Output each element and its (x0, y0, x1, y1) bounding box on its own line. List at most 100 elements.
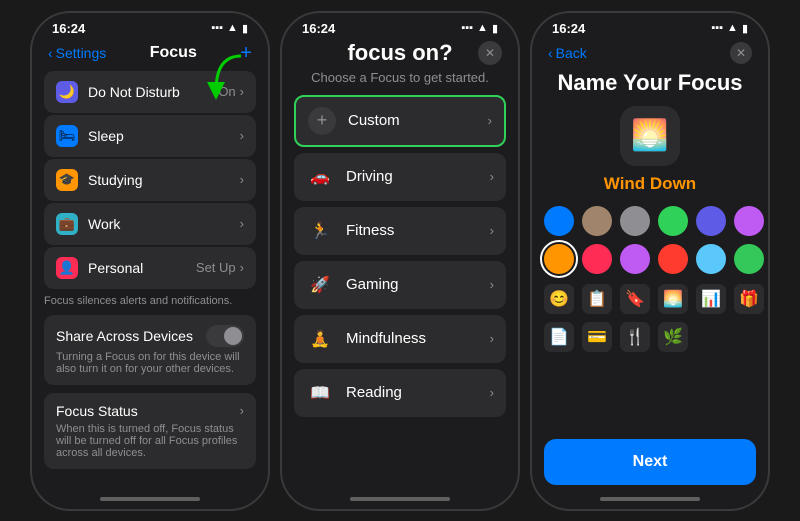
color-lightblue[interactable] (696, 244, 726, 274)
icon-sunrise[interactable]: 🌅 (658, 284, 688, 314)
focus-on-title: focus on? (294, 40, 506, 66)
back-chevron-icon: ‹ (48, 45, 53, 61)
focus-large-icon[interactable]: 🌅 (620, 106, 680, 166)
focus-status-card[interactable]: Focus Status › When this is turned off, … (44, 393, 256, 469)
sleep-item[interactable]: 🛏 Sleep › (44, 115, 256, 157)
personal-right: Set Up › (196, 260, 244, 275)
fitness-icon: 🏃 (306, 217, 334, 245)
sleep-chevron: › (240, 128, 244, 143)
back-label-3: Back (556, 45, 587, 61)
reading-option[interactable]: 📖 Reading › (294, 369, 506, 417)
phone2-content: focus on? Choose a Focus to get started.… (282, 40, 518, 493)
mindfulness-label: Mindfulness (346, 330, 490, 347)
gaming-chevron: › (490, 277, 494, 292)
icon-chart[interactable]: 📊 (696, 284, 726, 314)
work-label: Work (88, 216, 240, 232)
personal-status: Set Up (196, 260, 236, 275)
settings-back-label: Settings (56, 45, 107, 61)
work-item[interactable]: 💼 Work › (44, 203, 256, 245)
status-bar-3: 16:24 ▪▪▪ ▲ ▮ (532, 13, 768, 40)
status-icons-2: ▪▪▪ ▲ ▮ (461, 22, 498, 35)
wifi-icon-3: ▲ (727, 22, 738, 34)
close-icon-3: ✕ (736, 46, 746, 60)
focus-name-display[interactable]: Wind Down (604, 174, 696, 194)
studying-item[interactable]: 🎓 Studying › (44, 159, 256, 201)
color-tan[interactable] (582, 206, 612, 236)
color-green[interactable] (658, 206, 688, 236)
color-violet[interactable] (620, 244, 650, 274)
name-focus-title: Name Your Focus (557, 70, 742, 96)
fitness-chevron: › (490, 223, 494, 238)
home-indicator-3 (600, 497, 700, 501)
focus-page-title: Focus (150, 44, 197, 62)
mindfulness-icon: 🧘 (306, 325, 334, 353)
status-icons-3: ▪▪▪ ▲ ▮ (711, 22, 748, 35)
signal-icon: ▪▪▪ (211, 22, 223, 34)
color-gray[interactable] (620, 206, 650, 236)
studying-chevron: › (240, 172, 244, 187)
personal-item[interactable]: 👤 Personal Set Up › (44, 247, 256, 289)
signal-icon-2: ▪▪▪ (461, 22, 473, 34)
work-chevron: › (240, 216, 244, 231)
mindfulness-chevron: › (490, 331, 494, 346)
gaming-label: Gaming (346, 276, 490, 293)
icon-picker-grid: 😊 📋 🔖 🌅 📊 🎁 📄 💳 🍴 🌿 (544, 284, 756, 352)
color-orange[interactable] (544, 244, 574, 274)
icon-leaf[interactable]: 🌿 (658, 322, 688, 352)
color-red[interactable] (658, 244, 688, 274)
status-icons-1: ▪▪▪ ▲ ▮ (211, 22, 248, 35)
icon-fork[interactable]: 🍴 (620, 322, 650, 352)
wifi-icon-2: ▲ (477, 22, 488, 34)
wifi-icon: ▲ (227, 22, 238, 34)
color-mint[interactable] (734, 244, 764, 274)
custom-option[interactable]: + Custom › (294, 95, 506, 147)
icon-doc[interactable]: 📄 (544, 322, 574, 352)
driving-option[interactable]: 🚗 Driving › (294, 153, 506, 201)
focus-on-subtitle: Choose a Focus to get started. (294, 70, 506, 85)
icon-emoji[interactable]: 😊 (544, 284, 574, 314)
work-icon: 💼 (56, 213, 78, 235)
color-indigo[interactable] (696, 206, 726, 236)
icon-list[interactable]: 📋 (582, 284, 612, 314)
personal-label: Personal (88, 260, 196, 276)
share-devices-desc: Turning a Focus on for this device will … (56, 351, 244, 375)
color-purple[interactable] (734, 206, 764, 236)
gaming-option[interactable]: 🚀 Gaming › (294, 261, 506, 309)
driving-icon: 🚗 (306, 163, 334, 191)
sleep-icon: 🛏 (56, 125, 78, 147)
focus-info-text: Focus silences alerts and notifications. (32, 291, 268, 315)
personal-chevron: › (240, 260, 244, 275)
battery-icon: ▮ (242, 22, 248, 35)
focus-status-chevron: › (240, 403, 244, 418)
gaming-icon: 🚀 (306, 271, 334, 299)
mindfulness-option[interactable]: 🧘 Mindfulness › (294, 315, 506, 363)
color-pink[interactable] (582, 244, 612, 274)
next-button[interactable]: Next (544, 439, 756, 485)
color-blue[interactable] (544, 206, 574, 236)
color-picker-grid (544, 206, 756, 274)
reading-icon: 📖 (306, 379, 334, 407)
phone3-content: Name Your Focus 🌅 Wind Down (532, 70, 768, 493)
icon-gift[interactable]: 🎁 (734, 284, 764, 314)
battery-icon-2: ▮ (492, 22, 498, 35)
close-button-3[interactable]: ✕ (730, 42, 752, 64)
fitness-option[interactable]: 🏃 Fitness › (294, 207, 506, 255)
share-devices-card[interactable]: Share Across Devices Turning a Focus on … (44, 315, 256, 385)
studying-label: Studying (88, 172, 240, 188)
close-button[interactable]: ✕ (478, 41, 502, 65)
focus-status-title: Focus Status (56, 403, 138, 419)
back-button-3[interactable]: ‹ Back (548, 45, 587, 61)
close-icon: ✕ (485, 46, 495, 60)
icon-card[interactable]: 💳 (582, 322, 612, 352)
time-3: 16:24 (552, 21, 585, 36)
toggle-thumb (224, 327, 242, 345)
settings-back-button[interactable]: ‹ Settings (48, 45, 106, 61)
arrow-overlay (196, 51, 246, 106)
status-bar-2: 16:24 ▪▪▪ ▲ ▮ (282, 13, 518, 40)
wind-down-emoji: 🌅 (631, 118, 668, 153)
icon-bookmark[interactable]: 🔖 (620, 284, 650, 314)
share-devices-toggle[interactable] (206, 325, 244, 347)
status-bar-1: 16:24 ▪▪▪ ▲ ▮ (32, 13, 268, 40)
phone-2: 16:24 ▪▪▪ ▲ ▮ ✕ focus on? Choose a Focus… (280, 11, 520, 511)
back-chevron-icon-3: ‹ (548, 45, 553, 61)
